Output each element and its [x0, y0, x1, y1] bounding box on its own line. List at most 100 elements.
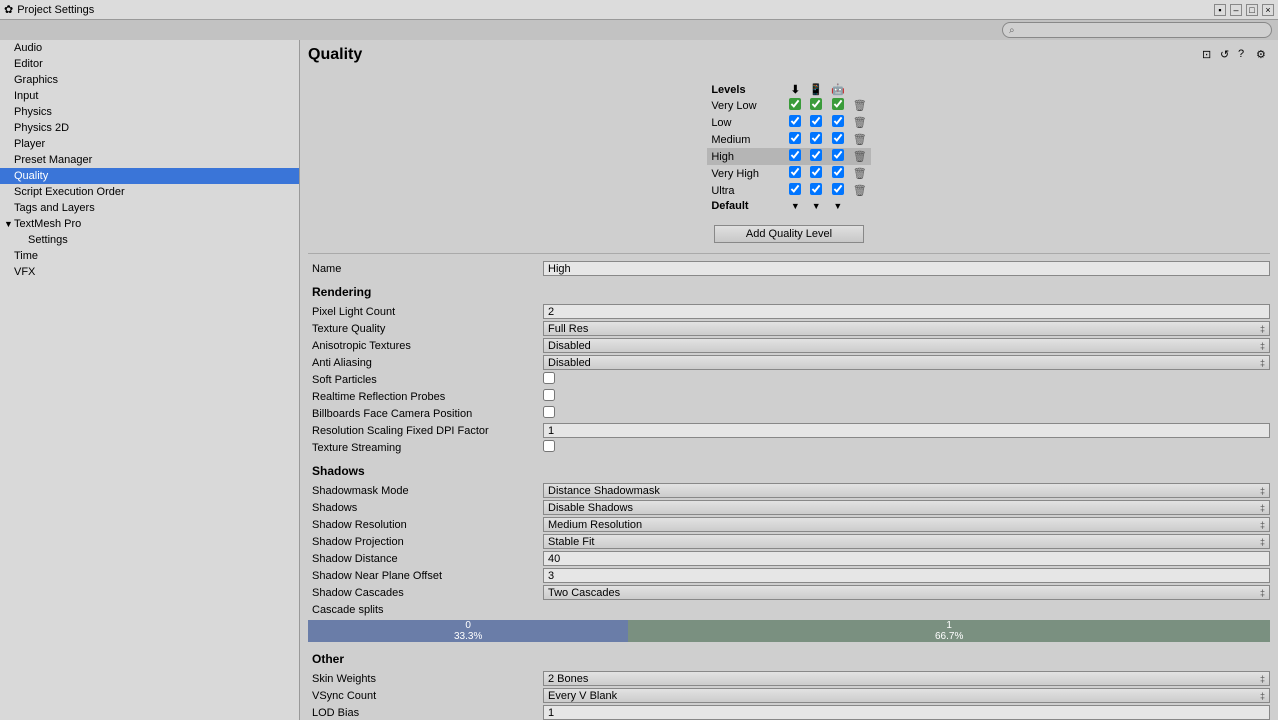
anti-aliasing-dropdown[interactable]: Disabled	[543, 355, 1270, 370]
sidebar-item-editor[interactable]: Editor	[0, 56, 299, 72]
texture-streaming-checkbox[interactable]	[543, 440, 555, 452]
shadow-projection-dropdown[interactable]: Stable Fit	[543, 534, 1270, 549]
lod-bias-input[interactable]	[543, 705, 1270, 720]
sidebar-item-physics[interactable]: Physics	[0, 104, 299, 120]
sidebar-item-script-execution-order[interactable]: Script Execution Order	[0, 184, 299, 200]
level-checkbox[interactable]	[810, 98, 822, 110]
sidebar-item-textmesh-pro[interactable]: ▼TextMesh Pro	[0, 216, 299, 232]
level-row-high[interactable]: High🗑	[707, 148, 870, 165]
level-checkbox[interactable]	[789, 166, 801, 178]
level-checkbox[interactable]	[810, 183, 822, 195]
search-row: ⌕	[0, 20, 1278, 40]
level-row-very-low[interactable]: Very Low 🗑	[707, 97, 870, 114]
search-icon: ⌕	[1009, 25, 1015, 36]
shadow-near-plane-input[interactable]	[543, 568, 1270, 583]
level-checkbox[interactable]	[789, 132, 801, 144]
level-checkbox[interactable]	[810, 115, 822, 127]
cascade-segment-1: 166.7%	[628, 620, 1270, 642]
levels-table: Levels ⬇ 📱 🤖 Very Low🗑Low🗑Medium🗑High🗑Ve…	[707, 82, 870, 213]
close-icon[interactable]: ×	[1262, 4, 1274, 16]
trash-icon[interactable]: 🗑	[853, 117, 867, 129]
default-arrow-icon[interactable]: ▼	[833, 201, 842, 211]
sidebar-item-settings[interactable]: Settings	[0, 232, 299, 248]
anti-aliasing-label: Anti Aliasing	[308, 357, 543, 369]
soft-particles-label: Soft Particles	[308, 374, 543, 386]
billboards-label: Billboards Face Camera Position	[308, 408, 543, 420]
reset-icon[interactable]: ↺	[1220, 48, 1234, 62]
shadow-cascades-dropdown[interactable]: Two Cascades	[543, 585, 1270, 600]
shadows-header: Shadows	[308, 456, 1270, 482]
help-icon[interactable]: ?	[1238, 48, 1252, 62]
sidebar-item-quality[interactable]: Quality	[0, 168, 299, 184]
sidebar-item-graphics[interactable]: Graphics	[0, 72, 299, 88]
trash-icon[interactable]: 🗑	[853, 168, 867, 180]
search-input[interactable]: ⌕	[1002, 22, 1272, 38]
sidebar-item-player[interactable]: Player	[0, 136, 299, 152]
shadow-projection-label: Shadow Projection	[308, 536, 543, 548]
anisotropic-dropdown[interactable]: Disabled	[543, 338, 1270, 353]
pixel-light-input[interactable]	[543, 304, 1270, 319]
shadow-resolution-dropdown[interactable]: Medium Resolution	[543, 517, 1270, 532]
level-checkbox[interactable]	[810, 132, 822, 144]
skin-weights-dropdown[interactable]: 2 Bones	[543, 671, 1270, 686]
vsync-dropdown[interactable]: Every V Blank	[543, 688, 1270, 703]
level-checkbox[interactable]	[832, 132, 844, 144]
sidebar: AudioEditorGraphicsInputPhysicsPhysics 2…	[0, 40, 300, 720]
sidebar-item-preset-manager[interactable]: Preset Manager	[0, 152, 299, 168]
name-label: Name	[308, 263, 543, 275]
dock-icon[interactable]: ▪	[1214, 4, 1226, 16]
maximize-icon[interactable]: □	[1246, 4, 1258, 16]
shadow-near-plane-label: Shadow Near Plane Offset	[308, 570, 543, 582]
sidebar-item-tags-and-layers[interactable]: Tags and Layers	[0, 200, 299, 216]
level-checkbox[interactable]	[789, 149, 801, 161]
resolution-scaling-input[interactable]	[543, 423, 1270, 438]
level-name: Low	[707, 114, 785, 131]
name-input[interactable]	[543, 261, 1270, 276]
add-quality-level-button[interactable]: Add Quality Level	[714, 225, 864, 243]
billboards-checkbox[interactable]	[543, 406, 555, 418]
texture-quality-dropdown[interactable]: Full Res	[543, 321, 1270, 336]
trash-icon[interactable]: 🗑	[853, 100, 867, 112]
level-checkbox[interactable]	[832, 149, 844, 161]
reflection-probes-checkbox[interactable]	[543, 389, 555, 401]
preset-icon[interactable]: ⊡	[1202, 48, 1216, 62]
sidebar-item-time[interactable]: Time	[0, 248, 299, 264]
level-checkbox[interactable]	[789, 115, 801, 127]
sidebar-item-physics-2d[interactable]: Physics 2D	[0, 120, 299, 136]
level-row-medium[interactable]: Medium🗑	[707, 131, 870, 148]
default-arrow-icon[interactable]: ▼	[791, 201, 800, 211]
shadowmask-label: Shadowmask Mode	[308, 485, 543, 497]
level-checkbox[interactable]	[832, 166, 844, 178]
level-row-ultra[interactable]: Ultra🗑	[707, 182, 870, 199]
cascade-segment-0: 033.3%	[308, 620, 628, 642]
level-checkbox[interactable]	[832, 115, 844, 127]
sidebar-item-audio[interactable]: Audio	[0, 40, 299, 56]
trash-icon[interactable]: 🗑	[853, 185, 867, 197]
level-checkbox[interactable]	[832, 98, 844, 110]
shadowmask-dropdown[interactable]: Distance Shadowmask	[543, 483, 1270, 498]
settings-icon[interactable]: ⚙	[1256, 48, 1270, 62]
lod-bias-label: LOD Bias	[308, 707, 543, 719]
trash-icon[interactable]: 🗑	[853, 134, 867, 146]
level-checkbox[interactable]	[810, 149, 822, 161]
level-checkbox[interactable]	[789, 98, 801, 110]
gear-icon: ✿	[4, 3, 13, 16]
trash-icon[interactable]: 🗑	[853, 151, 867, 163]
sidebar-item-input[interactable]: Input	[0, 88, 299, 104]
minimize-icon[interactable]: –	[1230, 4, 1242, 16]
shadows-dropdown[interactable]: Disable Shadows	[543, 500, 1270, 515]
level-row-low[interactable]: Low 🗑	[707, 114, 870, 131]
cascade-splits-bar[interactable]: 033.3% 166.7%	[308, 620, 1270, 642]
shadows-label: Shadows	[308, 502, 543, 514]
level-row-very-high[interactable]: Very High🗑	[707, 165, 870, 182]
soft-particles-checkbox[interactable]	[543, 372, 555, 384]
level-checkbox[interactable]	[789, 183, 801, 195]
vsync-label: VSync Count	[308, 690, 543, 702]
level-checkbox[interactable]	[810, 166, 822, 178]
other-header: Other	[308, 644, 1270, 670]
default-arrow-icon[interactable]: ▼	[812, 201, 821, 211]
sidebar-item-vfx[interactable]: VFX	[0, 264, 299, 280]
level-name: Very Low	[707, 97, 785, 114]
shadow-distance-input[interactable]	[543, 551, 1270, 566]
level-checkbox[interactable]	[832, 183, 844, 195]
